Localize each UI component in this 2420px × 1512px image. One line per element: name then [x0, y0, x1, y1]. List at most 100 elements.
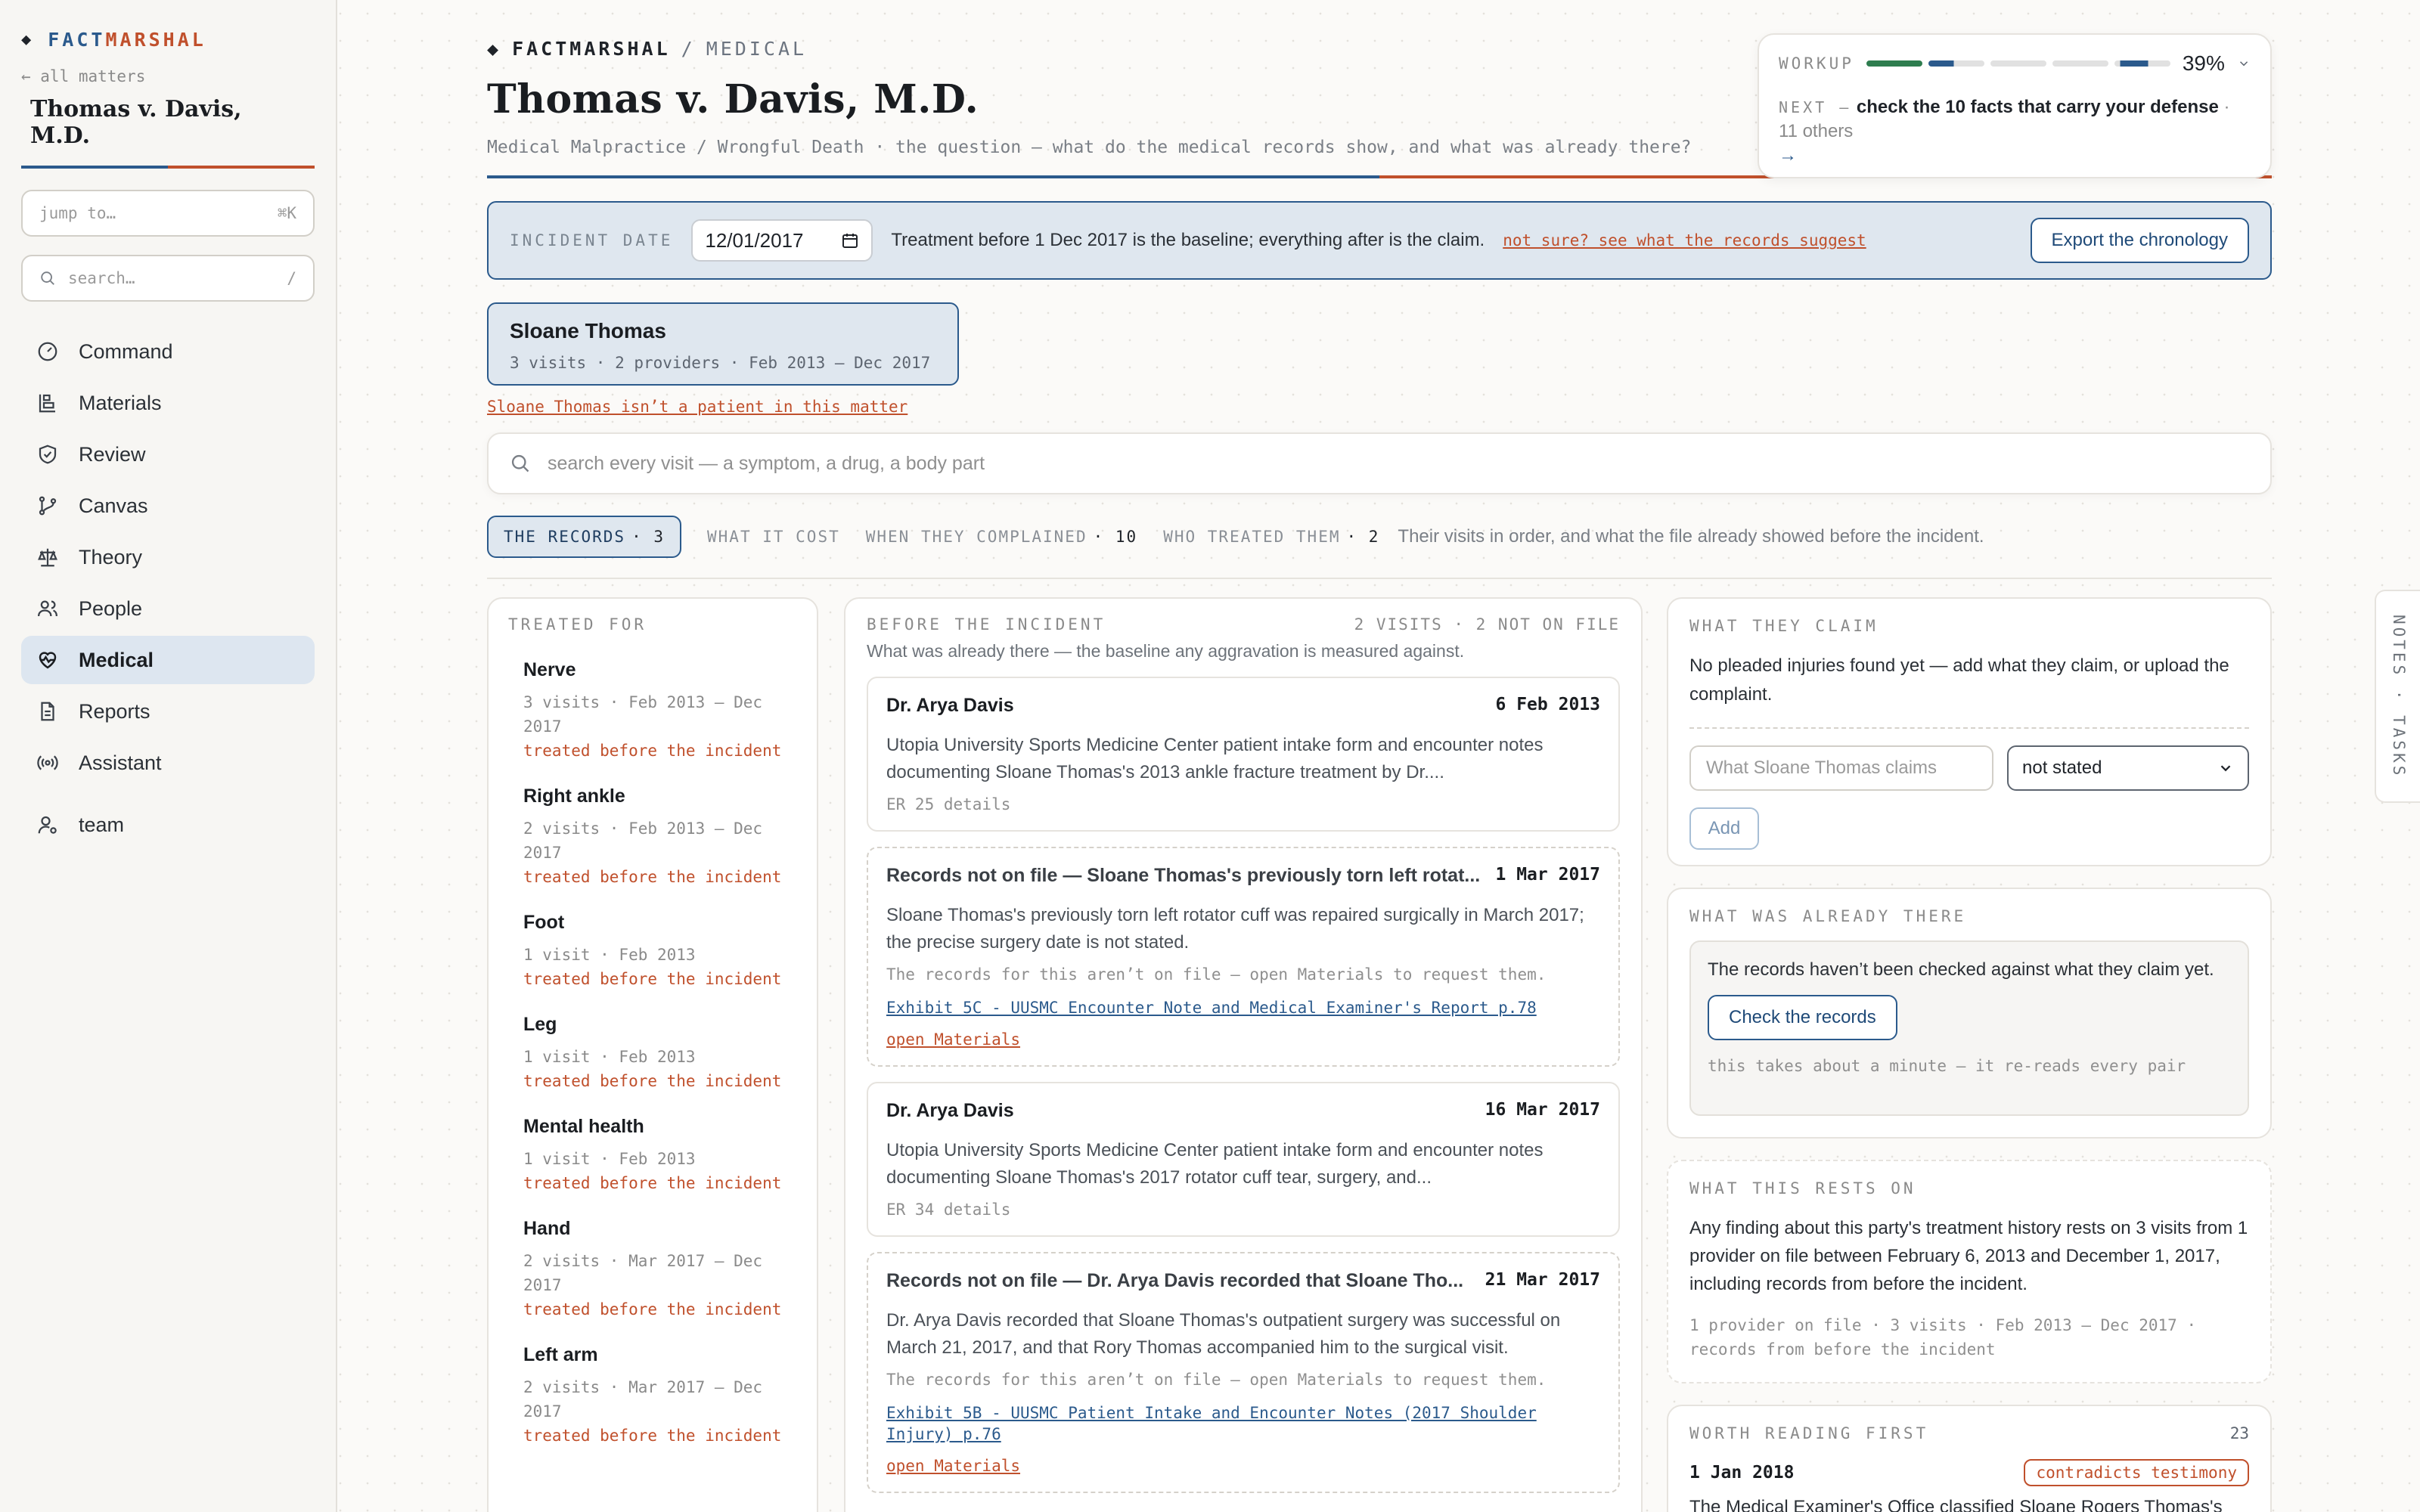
missing-record-card[interactable]: Records not on file — Sloane Thomas's pr… [867, 847, 1620, 1067]
patient-card[interactable]: Sloane Thomas 3 visits · 2 providers · F… [487, 302, 959, 386]
sidebar-item-canvas[interactable]: Canvas [21, 482, 315, 530]
body-part-meta: 2 visits · Feb 2013 – Dec 2017 [523, 820, 763, 862]
scales-icon [38, 548, 57, 567]
sidebar: ◆ FACTMARSHAL ← all matters Thomas v. Da… [0, 0, 337, 1512]
treated-for-item[interactable]: Right ankle 2 visits · Feb 2013 – Dec 20… [508, 785, 797, 886]
patient-meta: 3 visits · 2 providers · Feb 2013 – Dec … [510, 354, 931, 372]
visit-search-placeholder: search every visit — a symptom, a drug, … [548, 452, 985, 474]
next-text: check the 10 facts that carry your defen… [1856, 97, 2219, 117]
tab-the-records[interactable]: THE RECORDS · 3 [487, 516, 682, 558]
tab-what-it-cost[interactable]: WHAT IT COST [707, 528, 840, 546]
missing-record-note: The records for this aren’t on file — op… [886, 965, 1547, 984]
visit-details-link[interactable]: ER 25 details [886, 795, 1600, 813]
arrow-right-icon[interactable]: → [1779, 144, 2251, 168]
treated-for-item[interactable]: Left arm 2 visits · Mar 2017 – Dec 2017 … [508, 1344, 797, 1445]
visit-provider: Dr. Arya Davis [886, 695, 1014, 716]
sidebar-item-theory[interactable]: Theory [21, 533, 315, 581]
document-icon [41, 702, 54, 721]
matter-title: Thomas v. Davis, M.D. [30, 96, 242, 149]
body-part-meta: 1 visit · Feb 2013 [523, 946, 696, 964]
incident-date-label: INCIDENT DATE [510, 231, 674, 249]
pre-incident-flag: treated before the incident [523, 1174, 782, 1192]
chevron-down-icon[interactable] [2237, 55, 2251, 72]
pre-incident-flag: treated before the incident [523, 970, 782, 988]
sidebar-item-label: Command [79, 339, 173, 363]
visit-details-link[interactable]: ER 34 details [886, 1201, 1600, 1219]
records-suggest-link[interactable]: not sure? see what the records suggest [1503, 231, 1866, 249]
visit-card[interactable]: Dr. Arya Davis 6 Feb 2013 Utopia Univers… [867, 677, 1620, 832]
visit-provider: Records not on file — Sloane Thomas's pr… [886, 865, 1481, 886]
progress-segment [1866, 60, 1922, 67]
open-materials-link[interactable]: open Materials [886, 1030, 1600, 1049]
claim-input[interactable]: What Sloane Thomas claims [1689, 745, 1993, 791]
workup-label: WORKUP [1779, 54, 1854, 73]
calendar-icon[interactable] [841, 231, 859, 249]
jump-to-input[interactable]: jump to… ⌘K [21, 190, 315, 237]
workup-next-step[interactable]: NEXT – check the 10 facts that carry you… [1779, 95, 2251, 168]
tab-count: · 2 [1346, 528, 1380, 546]
visit-card[interactable]: Dr. Arya Davis 16 Mar 2017 Utopia Univer… [867, 1082, 1620, 1237]
worth-reading-text[interactable]: The Medical Examiner's Office classified… [1689, 1497, 2249, 1512]
treated-for-item[interactable]: Foot 1 visit · Feb 2013 treated before t… [508, 912, 797, 988]
materials-icon [39, 394, 55, 413]
sidebar-item-reports[interactable]: Reports [21, 687, 315, 736]
tab-label: WHEN THEY COMPLAINED [865, 528, 1087, 546]
heartbeat-icon [39, 652, 57, 669]
progress-segment [1990, 60, 2046, 67]
not-patient-link[interactable]: Sloane Thomas isn’t a patient in this ma… [487, 398, 908, 416]
exhibit-link[interactable]: Exhibit 5B - UUSMC Patient Intake and En… [886, 1402, 1600, 1445]
sidebar-item-team[interactable]: team [21, 801, 315, 849]
incident-date-bar: INCIDENT DATE 12/01/2017 Treatment befor… [487, 201, 2272, 280]
add-claim-button[interactable]: Add [1689, 807, 1759, 850]
exhibit-link[interactable]: Exhibit 5C - UUSMC Encounter Note and Me… [886, 997, 1600, 1018]
before-incident-count: 2 VISITS · 2 NOT ON FILE [1354, 615, 1620, 634]
visit-search-input[interactable]: search every visit — a symptom, a drug, … [487, 432, 2272, 494]
diamond-icon: ◆ [487, 38, 502, 60]
body-part-meta: 1 visit · Feb 2013 [523, 1048, 696, 1066]
workup-percent: 39% [2182, 51, 2225, 75]
brand-logo[interactable]: ◆ FACTMARSHAL [21, 29, 315, 51]
tab-when-they-complained[interactable]: WHEN THEY COMPLAINED · 10 [866, 528, 1137, 546]
check-records-button[interactable]: Check the records [1708, 995, 1897, 1040]
sidebar-item-assistant[interactable]: Assistant [21, 739, 315, 787]
broadcast-icon [37, 755, 58, 770]
sidebar-item-medical[interactable]: Medical [21, 636, 315, 684]
sidebar-item-review[interactable]: Review [21, 430, 315, 479]
sidebar-item-materials[interactable]: Materials [21, 379, 315, 427]
chevron-down-icon [2220, 765, 2231, 772]
sidebar-item-command[interactable]: Command [21, 327, 315, 376]
visit-date: 1 Mar 2017 [1495, 865, 1600, 885]
treated-for-item[interactable]: Mental health 1 visit · Feb 2013 treated… [508, 1116, 797, 1192]
workup-card[interactable]: WORKUP 39% NEXT – check the 10 facts tha… [1758, 33, 2272, 178]
sidebar-item-people[interactable]: People [21, 584, 315, 633]
sidebar-item-label: Assistant [79, 751, 162, 774]
before-incident-panel: BEFORE THE INCIDENT 2 VISITS · 2 NOT ON … [844, 597, 1643, 1512]
body-part-name: Left arm [523, 1344, 598, 1365]
sidebar-item-label: People [79, 596, 143, 620]
treated-for-item[interactable]: Leg 1 visit · Feb 2013 treated before th… [508, 1014, 797, 1090]
treated-for-item[interactable]: Hand 2 visits · Mar 2017 – Dec 2017 trea… [508, 1218, 797, 1318]
pre-incident-flag: treated before the incident [523, 1427, 782, 1445]
visit-date: 6 Feb 2013 [1495, 695, 1600, 714]
shield-icon [39, 445, 57, 464]
claim-status-select[interactable]: not stated [2007, 745, 2249, 791]
claim-label: WHAT THEY CLAIM [1689, 617, 1879, 635]
tab-who-treated-them[interactable]: WHO TREATED THEM · 2 [1163, 528, 1379, 546]
sidebar-search-input[interactable]: search… / [21, 255, 315, 302]
treated-for-item[interactable]: Nerve 3 visits · Feb 2013 – Dec 2017 tre… [508, 659, 797, 760]
export-chronology-button[interactable]: Export the chronology [2030, 218, 2249, 263]
pre-incident-flag: treated before the incident [523, 868, 782, 886]
worth-reading-date: 1 Jan 2018 [1689, 1463, 1795, 1483]
breadcrumb-brand[interactable]: FACTMARSHAL [512, 38, 671, 60]
progress-segment [2052, 60, 2108, 67]
notes-tasks-tab[interactable]: NOTES · TASKS [2375, 590, 2420, 803]
branch-icon [39, 496, 57, 516]
what-they-claim-panel: WHAT THEY CLAIM No pleaded injuries foun… [1667, 597, 2272, 866]
missing-record-card[interactable]: Records not on file — Dr. Arya Davis rec… [867, 1252, 1620, 1493]
visit-summary: Dr. Arya Davis recorded that Sloane Thom… [886, 1310, 1561, 1358]
incident-date-input[interactable]: 12/01/2017 [691, 219, 873, 262]
open-materials-link[interactable]: open Materials [886, 1457, 1600, 1475]
notes-tasks-label: NOTES · TASKS [2390, 614, 2408, 779]
all-matters-link[interactable]: ← all matters [21, 67, 315, 85]
body-part-name: Foot [523, 912, 565, 933]
